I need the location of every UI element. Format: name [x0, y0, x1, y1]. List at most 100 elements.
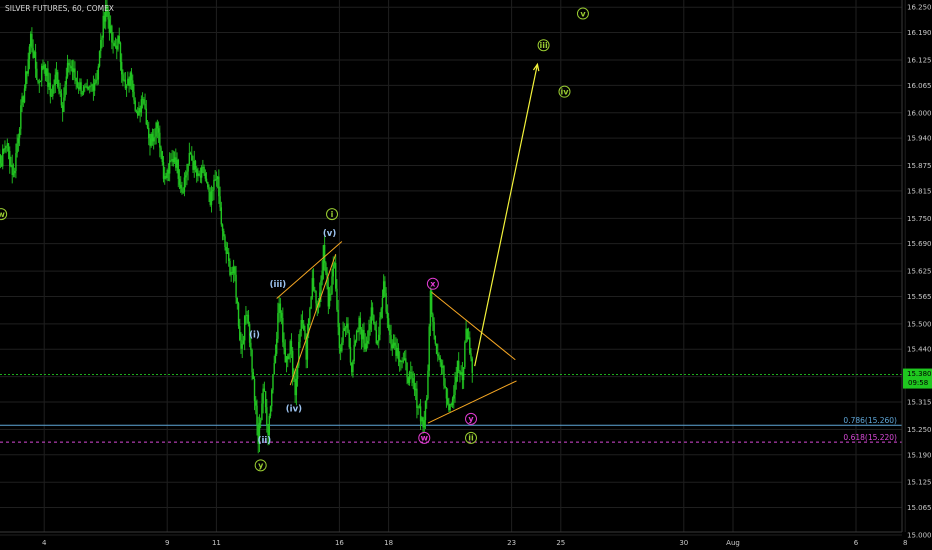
candle-body	[58, 86, 60, 92]
y-tick-label-5: 15.940	[907, 135, 932, 143]
candle-body	[331, 276, 333, 294]
candle-body	[444, 385, 446, 388]
x-tick-label-0: 4	[42, 539, 47, 547]
y-tick-label-2: 16.125	[907, 57, 932, 65]
candle-body	[456, 360, 459, 377]
candle-body	[0, 155, 2, 164]
candle-body	[21, 96, 23, 106]
candle-body	[188, 152, 191, 164]
candle-body	[196, 169, 198, 177]
candle-body	[187, 163, 189, 172]
y-tick-label-13: 15.440	[907, 346, 932, 354]
candle-body	[172, 158, 175, 163]
candle-body	[305, 339, 307, 360]
candle-body	[5, 145, 7, 149]
y-tick-label-1: 16.190	[907, 29, 932, 37]
x-tick-label-4: 18	[384, 539, 393, 547]
candle-body	[357, 330, 359, 332]
candle-body	[181, 188, 183, 193]
silver-futures-chart[interactable]: 0.786(15.260) 0.618(15.220) w y (i) (ii) (iii…	[0, 0, 932, 550]
candle-body	[232, 266, 235, 273]
y-tick-label-4: 16.000	[907, 109, 932, 117]
candle-body	[96, 79, 98, 81]
candle-body	[25, 71, 27, 89]
candle-body	[119, 42, 122, 62]
candle-body	[405, 358, 407, 363]
candle-body	[278, 303, 280, 314]
candle-body	[61, 105, 64, 112]
x-tick-label-2: 11	[212, 539, 221, 547]
candle-body	[219, 196, 221, 208]
candle-body	[320, 280, 322, 293]
candle-body	[77, 87, 80, 90]
candle-body	[63, 97, 65, 112]
candle-body	[23, 88, 26, 103]
candle-body	[315, 290, 317, 304]
candle-body	[59, 91, 61, 94]
candle-body	[210, 190, 213, 205]
candle-body	[133, 91, 135, 101]
x-tick-label-3: 16	[335, 539, 344, 547]
y-tick-label-7: 15.815	[907, 187, 932, 195]
candle-body	[20, 105, 22, 129]
candle-body	[365, 343, 368, 350]
candle-body	[379, 317, 381, 335]
candle-body	[437, 353, 439, 357]
candle-body	[327, 286, 330, 307]
price-axis[interactable]: 16.250 16.190 16.125 16.065 16.000 15.940 15.8…	[901, 0, 932, 540]
candle-body	[32, 48, 34, 58]
candle-body	[189, 152, 192, 155]
candle-body	[41, 65, 43, 81]
candle-body	[109, 25, 112, 34]
y-tick-label-20: 15.000	[907, 532, 932, 540]
candle-body	[159, 132, 161, 148]
candle-body	[243, 316, 246, 341]
candle-body	[12, 173, 15, 175]
candle-body	[261, 403, 263, 421]
candle-body	[103, 15, 106, 22]
candle-body	[455, 376, 457, 383]
candle-body	[262, 388, 264, 404]
candle-body	[279, 303, 282, 313]
candle-body	[177, 159, 179, 179]
candle-body	[410, 371, 412, 373]
candle-body	[466, 328, 469, 340]
candle-body	[87, 87, 90, 89]
candle-body	[252, 372, 254, 379]
candle-body	[146, 124, 149, 128]
candle-body	[132, 80, 134, 92]
candle-body	[358, 317, 360, 332]
candle-body	[192, 160, 194, 170]
candle-body	[433, 321, 435, 336]
y-tick-label-12: 15.500	[907, 320, 932, 328]
candle-body	[17, 137, 20, 144]
candle-body	[22, 96, 24, 103]
candle-body	[285, 356, 288, 363]
candle-body	[4, 148, 6, 150]
candle-body	[43, 64, 45, 69]
candle-body	[207, 181, 209, 188]
candle-body	[371, 307, 374, 316]
candle-body	[134, 100, 136, 111]
candle-body	[312, 278, 315, 290]
candle-body	[48, 82, 50, 87]
candle-body	[33, 51, 36, 58]
candle-body	[391, 344, 393, 349]
candle-body	[157, 128, 160, 133]
candle-body	[212, 189, 214, 191]
wave-label-5: (iv)	[286, 404, 302, 414]
candle-body	[426, 398, 428, 401]
candle-body	[314, 289, 316, 291]
candle-body	[337, 309, 339, 328]
candle-body	[253, 378, 256, 402]
candle-body	[423, 420, 425, 428]
candle-body	[34, 51, 37, 69]
candle-body	[111, 25, 113, 43]
candle-body	[120, 61, 123, 75]
candle-body	[220, 207, 223, 225]
candle-body	[251, 349, 253, 373]
candle-body	[224, 236, 226, 248]
candle-body	[382, 281, 385, 298]
candle-body	[418, 406, 421, 408]
candle-body	[301, 320, 304, 324]
